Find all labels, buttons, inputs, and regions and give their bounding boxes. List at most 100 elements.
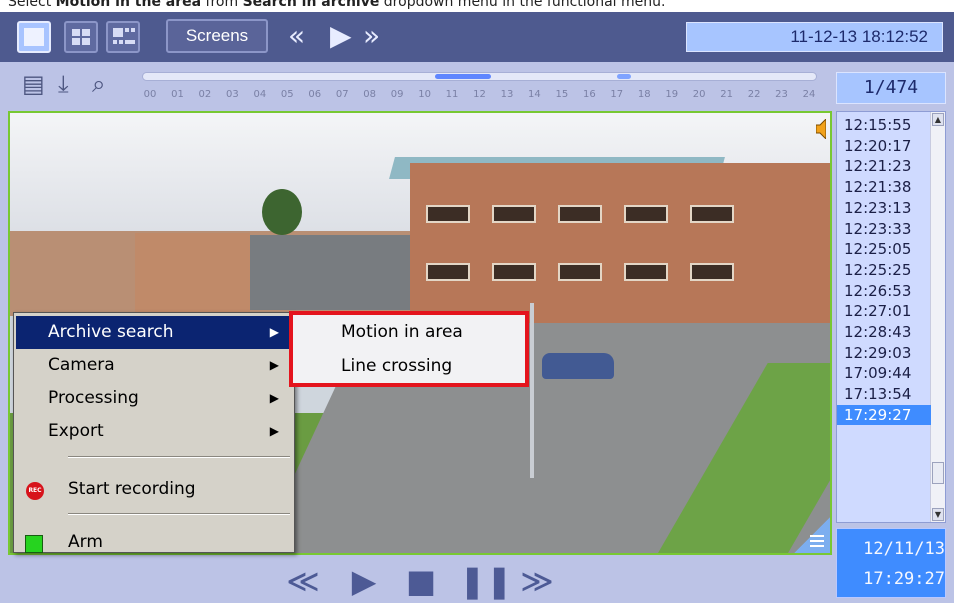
timestamp-item[interactable]: 12:15:55 bbox=[837, 115, 931, 135]
menu-item-label: Processing bbox=[48, 388, 139, 408]
timeline-hour-label: 06 bbox=[308, 89, 322, 100]
download-icon[interactable]: ⤓ bbox=[58, 70, 69, 98]
arm-icon bbox=[25, 535, 43, 553]
timestamp-item[interactable]: 17:13:54 bbox=[837, 384, 931, 404]
timestamp-item[interactable]: 12:23:33 bbox=[837, 219, 931, 239]
timestamp-item[interactable]: 12:29:03 bbox=[837, 343, 931, 363]
selected-datetime: 12/11/13 17:29:27 bbox=[836, 528, 946, 598]
menu-item-archive-search[interactable]: Archive search ▶ bbox=[16, 316, 291, 349]
rewind-icon[interactable]: « bbox=[288, 18, 305, 54]
stop-icon[interactable]: ■ bbox=[403, 563, 439, 599]
menu-item-processing[interactable]: Processing ▶ bbox=[16, 382, 291, 415]
multi-grid-cell bbox=[125, 40, 135, 44]
timestamp-item[interactable]: 17:09:44 bbox=[837, 363, 931, 383]
timestamp-item[interactable]: 12:20:17 bbox=[837, 136, 931, 156]
multi-grid-cell bbox=[131, 28, 135, 32]
camera-building bbox=[135, 233, 250, 313]
timeline-hour-label: 15 bbox=[555, 89, 569, 100]
menu-item-camera[interactable]: Camera ▶ bbox=[16, 349, 291, 382]
timestamp-list[interactable]: ▲ ▼ 12:15:55 12:20:17 12:21:23 12:21:38 12:2… bbox=[836, 111, 946, 523]
play-icon[interactable]: ▶ bbox=[330, 18, 352, 54]
menu-item-label: Camera bbox=[48, 355, 115, 375]
caption-text: from bbox=[201, 0, 243, 10]
scroll-thumb[interactable] bbox=[932, 462, 944, 484]
menu-item-arm[interactable]: Arm bbox=[16, 526, 291, 559]
timestamp-item[interactable]: 12:23:13 bbox=[837, 198, 931, 218]
timestamp-item[interactable]: 12:21:23 bbox=[837, 156, 931, 176]
multi-grid-cell bbox=[125, 28, 129, 32]
camera-building bbox=[250, 235, 410, 310]
timeline-hour-label: 11 bbox=[445, 89, 459, 100]
layout-single-button[interactable] bbox=[17, 21, 51, 53]
context-menu: Archive search ▶ Camera ▶ Processing ▶ E… bbox=[13, 312, 295, 553]
fast-forward-icon[interactable]: » bbox=[363, 18, 380, 54]
timeline-hours: 00 01 02 03 04 05 06 07 08 09 10 11 12 13 14 15 16 17 18 19… bbox=[142, 88, 817, 102]
caption-bold-motion: Motion in the area bbox=[55, 0, 202, 10]
monitor-window: Screens « ▶ » 11-12-13 18:12:52 ▤ ⤓ ⌕ 00… bbox=[0, 12, 954, 603]
timestamp-item[interactable]: 12:26:53 bbox=[837, 281, 931, 301]
quad-grid-cell bbox=[82, 38, 90, 45]
record-counter: 1/474 bbox=[836, 72, 946, 104]
selected-time: 17:29:27 bbox=[863, 569, 945, 589]
timestamp-item[interactable]: 12:25:05 bbox=[837, 239, 931, 259]
timeline-hour-label: 02 bbox=[198, 89, 212, 100]
submenu-item-motion-in-area[interactable]: Motion in area bbox=[293, 315, 525, 349]
quad-grid-cell bbox=[72, 38, 80, 45]
playback-play-icon[interactable]: ▶ bbox=[346, 563, 382, 599]
print-icon[interactable]: ▤ bbox=[22, 70, 45, 98]
step-forward-icon[interactable]: ≫ bbox=[517, 563, 557, 599]
timestamp-item[interactable]: 12:28:43 bbox=[837, 322, 931, 342]
menu-item-label: Export bbox=[48, 421, 104, 441]
timeline-hour-label: 07 bbox=[335, 89, 349, 100]
menu-separator bbox=[68, 513, 290, 515]
speaker-icon[interactable] bbox=[816, 119, 826, 139]
camera-car bbox=[542, 353, 614, 379]
multi-grid-cell bbox=[119, 40, 123, 44]
timestamp-item[interactable]: 12:27:01 bbox=[837, 301, 931, 321]
quad-grid-icon bbox=[72, 29, 80, 36]
timeline-hour-label: 13 bbox=[500, 89, 514, 100]
timeline-hour-label: 01 bbox=[171, 89, 184, 100]
camera-tree bbox=[262, 189, 302, 235]
layout-multi-button[interactable] bbox=[106, 21, 140, 53]
scroll-down-icon[interactable]: ▼ bbox=[932, 508, 944, 521]
top-toolbar: Screens « ▶ » 11-12-13 18:12:52 bbox=[0, 12, 954, 62]
menu-item-label: Arm bbox=[68, 532, 103, 552]
timeline-track[interactable] bbox=[142, 72, 817, 81]
timeline-hour-label: 23 bbox=[775, 89, 788, 100]
timeline-hour-label: 00 bbox=[143, 89, 157, 100]
pause-icon[interactable]: ❚❚ bbox=[459, 563, 513, 599]
timeline-hour-label: 17 bbox=[610, 89, 624, 100]
instruction-caption: Select Motion in the area from Search in… bbox=[0, 0, 954, 12]
layout-quad-button[interactable] bbox=[64, 21, 98, 53]
submenu-arrow-icon: ▶ bbox=[269, 424, 279, 438]
multi-grid-cell bbox=[113, 40, 117, 44]
single-grid-icon bbox=[24, 28, 44, 46]
timeline-range-marker bbox=[435, 74, 491, 79]
screens-button[interactable]: Screens bbox=[166, 19, 268, 53]
timestamp-item[interactable]: 12:21:38 bbox=[837, 177, 931, 197]
timeline-hour-label: 04 bbox=[253, 89, 267, 100]
timeline-hour-label: 16 bbox=[582, 89, 596, 100]
submenu-item-line-crossing[interactable]: Line crossing bbox=[293, 349, 525, 383]
timeline-hour-label: 21 bbox=[720, 89, 733, 100]
menu-separator bbox=[68, 456, 290, 458]
submenu-arrow-icon: ▶ bbox=[269, 391, 279, 405]
caption-text: dropdown menu in the functional menu. bbox=[379, 0, 666, 10]
timestamp-scrollbar[interactable]: ▲ ▼ bbox=[930, 112, 945, 522]
timeline-hour-label: 05 bbox=[280, 89, 294, 100]
camera-menu-icon[interactable] bbox=[794, 517, 830, 553]
timestamp-item[interactable]: 17:29:27 bbox=[837, 404, 931, 425]
window-row bbox=[426, 263, 734, 281]
menu-item-label: Start recording bbox=[68, 479, 196, 499]
menu-item-start-recording[interactable]: REC Start recording bbox=[16, 473, 291, 506]
timeline-hour-label: 18 bbox=[637, 89, 651, 100]
window-row bbox=[426, 205, 734, 223]
timeline-hour-label: 10 bbox=[418, 89, 431, 100]
menu-item-export[interactable]: Export ▶ bbox=[16, 415, 291, 448]
timestamp-item[interactable]: 12:25:25 bbox=[837, 260, 931, 280]
search-icon[interactable]: ⌕ bbox=[92, 70, 105, 98]
submenu-arrow-icon: ▶ bbox=[269, 358, 279, 372]
scroll-up-icon[interactable]: ▲ bbox=[932, 113, 944, 126]
step-back-icon[interactable]: ≪ bbox=[283, 563, 323, 599]
